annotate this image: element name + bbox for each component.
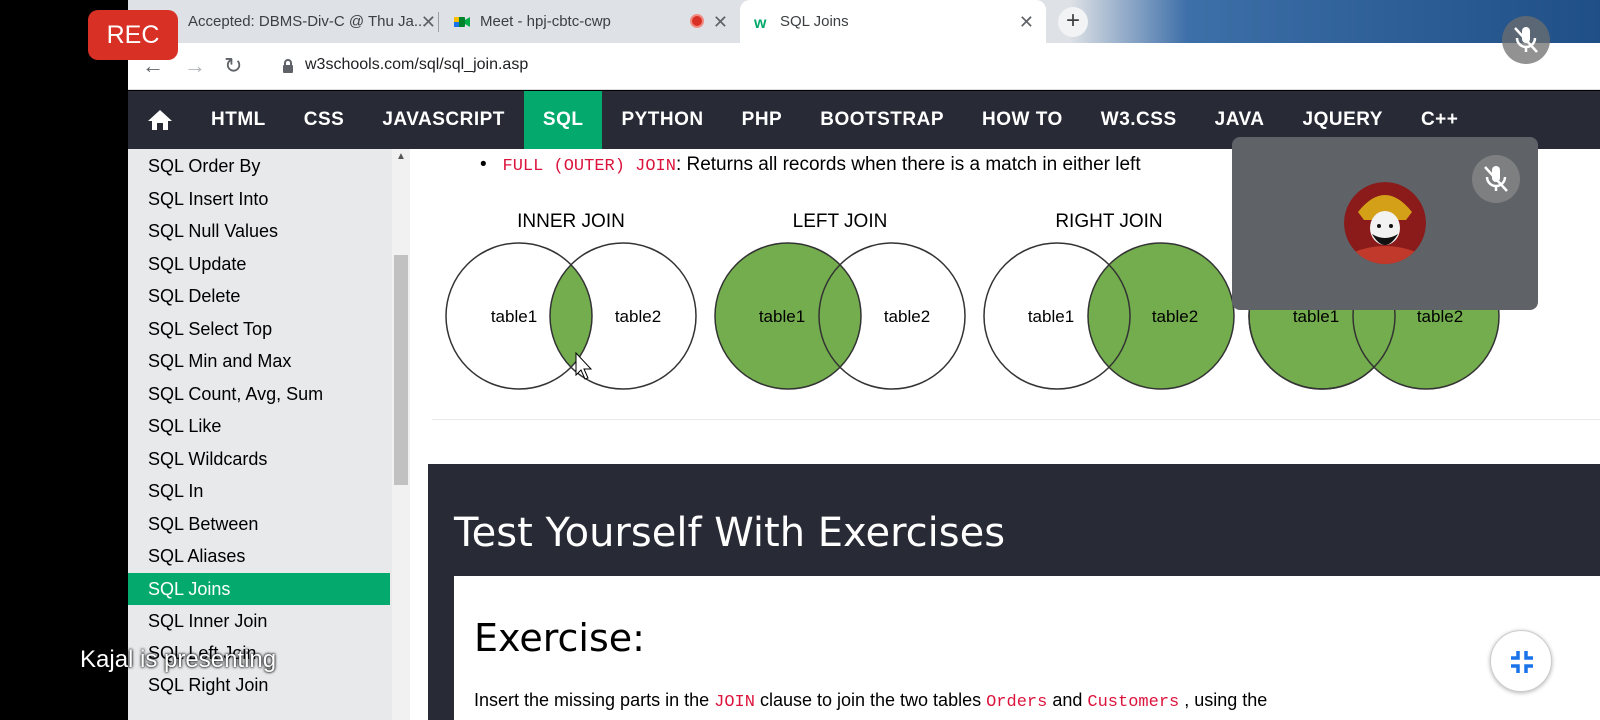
nav-w3css[interactable]: W3.CSS <box>1082 91 1196 149</box>
reload-icon[interactable]: ↻ <box>224 53 242 79</box>
sidebar: SQL Order By SQL Insert Into SQL Null Va… <box>128 149 410 720</box>
exercise-section-title: Test Yourself With Exercises <box>454 510 1006 556</box>
close-tab-icon[interactable]: ✕ <box>1019 12 1034 33</box>
address-bar[interactable]: w3schools.com/sql/sql_join.asp <box>305 56 528 74</box>
collapse-icon[interactable] <box>1490 630 1552 692</box>
lock-icon <box>282 59 294 78</box>
exercise-heading: Exercise: <box>474 616 645 660</box>
sidebar-item-inner-join[interactable]: SQL Inner Join <box>128 605 390 637</box>
presenting-label: Kajal is presenting <box>80 646 277 673</box>
close-tab-icon[interactable]: ✕ <box>713 12 728 33</box>
w3schools-icon: w <box>753 14 770 32</box>
nav-html[interactable]: HTML <box>192 91 285 149</box>
instruction-text: and <box>1052 690 1083 710</box>
divider <box>432 419 1600 420</box>
exercise-instructions: Insert the missing parts in the JOIN cla… <box>474 690 1267 712</box>
sidebar-item-select-top[interactable]: SQL Select Top <box>128 313 390 345</box>
right-table-label: table2 <box>884 307 930 326</box>
tab-sql-joins[interactable]: w SQL Joins ✕ <box>740 0 1046 43</box>
left-table-label: table1 <box>759 307 805 326</box>
instruction-text: , using the <box>1184 690 1268 710</box>
diagram-title: LEFT JOIN <box>793 211 888 232</box>
mouse-cursor-icon <box>575 351 593 380</box>
sidebar-item-update[interactable]: SQL Update <box>128 248 390 280</box>
sidebar-item-order-by[interactable]: SQL Order By <box>128 150 390 182</box>
nav-python[interactable]: PYTHON <box>602 91 722 149</box>
exercise-section: Test Yourself With Exercises Exercise: I… <box>428 464 1600 720</box>
instruction-code: Customers <box>1087 693 1180 712</box>
forward-arrow-icon[interactable]: → <box>184 53 206 79</box>
left-table-label: table1 <box>1028 307 1074 326</box>
tab-calendar[interactable]: Accepted: DBMS-Div-C @ Thu Ja... ✕ <box>148 0 448 43</box>
sidebar-item-like[interactable]: SQL Like <box>128 410 390 442</box>
venn-left-join: LEFT JOIN table1 table2 <box>714 211 966 390</box>
diagram-title: INNER JOIN <box>517 211 625 232</box>
sidebar-item-joins[interactable]: SQL Joins <box>128 573 390 605</box>
scroll-up-arrow-icon[interactable]: ▲ <box>396 151 406 162</box>
mic-off-icon[interactable] <box>1502 16 1550 64</box>
home-icon[interactable] <box>128 91 192 149</box>
bullet-dot: • <box>480 154 503 175</box>
nav-howto[interactable]: HOW TO <box>963 91 1082 149</box>
tab-title: SQL Joins <box>780 13 849 30</box>
full-join-bullet: • FULL (OUTER) JOIN: Returns all records… <box>480 154 1141 176</box>
nav-bootstrap[interactable]: BOOTSTRAP <box>801 91 963 149</box>
sidebar-item-aliases[interactable]: SQL Aliases <box>128 540 390 572</box>
sidebar-item-count-avg-sum[interactable]: SQL Count, Avg, Sum <box>128 378 390 410</box>
sidebar-item-wildcards[interactable]: SQL Wildcards <box>128 443 390 475</box>
instruction-text: clause to join the two tables <box>759 690 982 710</box>
instruction-code: JOIN <box>714 693 755 712</box>
nav-php[interactable]: PHP <box>723 91 802 149</box>
right-table-label: table2 <box>615 307 661 326</box>
full-join-code: FULL (OUTER) JOIN <box>502 157 676 176</box>
sidebar-item-delete[interactable]: SQL Delete <box>128 280 390 312</box>
mic-off-icon <box>1472 155 1520 203</box>
tab-title: Meet - hpj-cbtc-cwp <box>480 13 611 30</box>
google-meet-icon <box>454 14 470 30</box>
rec-badge: REC <box>88 10 178 60</box>
svg-text:w: w <box>754 15 767 30</box>
tab-meet[interactable]: Meet - hpj-cbtc-cwp ✕ <box>440 0 740 43</box>
nav-javascript[interactable]: JAVASCRIPT <box>363 91 524 149</box>
instruction-text: Insert the missing parts in the <box>474 690 710 710</box>
sidebar-item-min-max[interactable]: SQL Min and Max <box>128 345 390 377</box>
venn-right-join: RIGHT JOIN table1 table2 <box>983 211 1235 390</box>
new-tab-button[interactable]: + <box>1058 7 1088 37</box>
recording-indicator-icon <box>690 14 704 28</box>
sidebar-item-between[interactable]: SQL Between <box>128 508 390 540</box>
nav-css[interactable]: CSS <box>285 91 364 149</box>
nav-sql[interactable]: SQL <box>523 91 603 149</box>
avatar <box>1344 182 1426 264</box>
tab-title: Accepted: DBMS-Div-C @ Thu Ja... <box>188 13 427 30</box>
left-table-label: table1 <box>491 307 537 326</box>
full-join-description: : Returns all records when there is a ma… <box>675 154 1141 175</box>
right-table-label: table2 <box>1152 307 1198 326</box>
sidebar-scrollbar-thumb[interactable] <box>394 255 408 485</box>
close-tab-icon[interactable]: ✕ <box>421 12 436 33</box>
sidebar-item-null-values[interactable]: SQL Null Values <box>128 215 390 247</box>
sidebar-item-in[interactable]: SQL In <box>128 475 390 507</box>
sidebar-item-insert-into[interactable]: SQL Insert Into <box>128 183 390 215</box>
browser-toolbar: ← → ↻ w3schools.com/sql/sql_join.asp <box>128 43 1600 90</box>
instruction-code: Orders <box>986 693 1048 712</box>
tab-divider <box>438 12 439 32</box>
diagram-title: RIGHT JOIN <box>1055 211 1162 232</box>
browser-tab-strip: Accepted: DBMS-Div-C @ Thu Ja... ✕ Meet … <box>128 0 1600 43</box>
venn-inner-join: INNER JOIN table1 table2 <box>445 211 697 390</box>
exercise-card: Exercise: Insert the missing parts in th… <box>454 576 1600 720</box>
